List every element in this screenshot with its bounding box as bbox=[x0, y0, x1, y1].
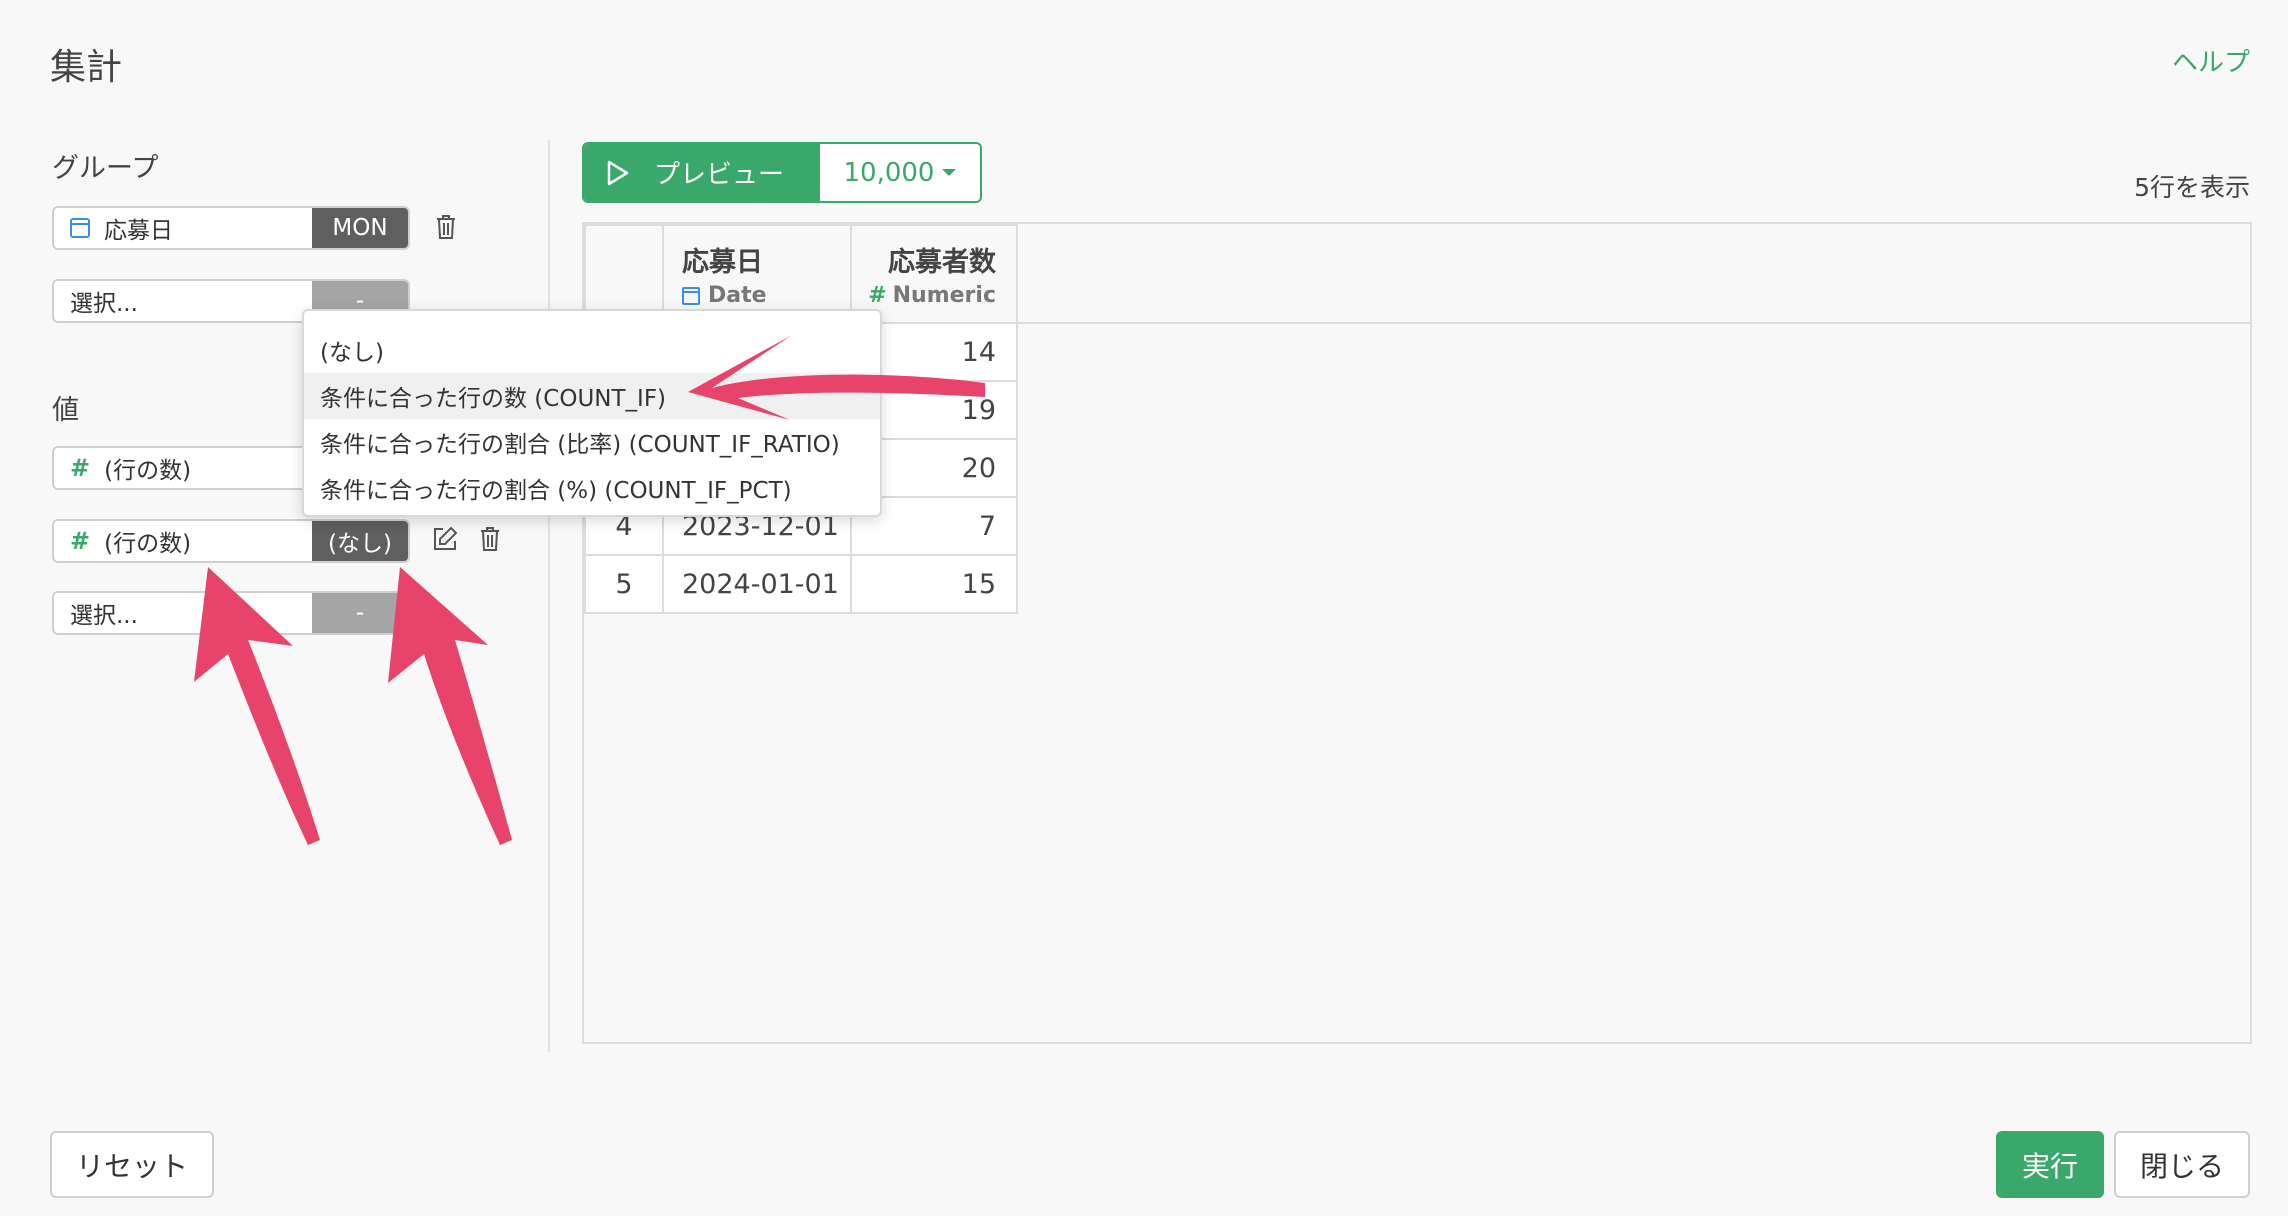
caret-down-icon bbox=[942, 169, 957, 176]
numeric-icon: # bbox=[70, 454, 91, 482]
table-row: 5 2024-01-01 15 bbox=[584, 554, 1018, 614]
group-field-name: 応募日 bbox=[104, 218, 173, 244]
edit-icon[interactable] bbox=[430, 524, 460, 554]
aggregation-dropdown-menu: (なし) 条件に合った行の数 (COUNT_IF) 条件に合った行の割合 (比率… bbox=[302, 309, 882, 517]
group-section-label: グループ bbox=[52, 153, 159, 184]
rows-shown-label: 5行を表示 bbox=[2134, 173, 2250, 202]
dropdown-option-count-if-ratio[interactable]: 条件に合った行の割合 (比率) (COUNT_IF_RATIO) bbox=[304, 419, 880, 465]
calendar-icon bbox=[682, 286, 700, 305]
value-field-row[interactable]: # (行の数) (なし) bbox=[52, 519, 410, 563]
column-title: 応募日 bbox=[682, 247, 763, 278]
count-cell: 15 bbox=[850, 554, 1018, 614]
row-limit-select[interactable]: 10,000 bbox=[820, 144, 980, 201]
preview-label: プレビュー bbox=[654, 160, 785, 190]
row-limit-value: 10,000 bbox=[843, 157, 935, 188]
value-field-name: (行の数) bbox=[104, 458, 192, 484]
reset-button[interactable]: リセット bbox=[50, 1131, 214, 1198]
value-field-name: (行の数) bbox=[104, 531, 192, 557]
value-section-label: 値 bbox=[52, 395, 79, 426]
play-icon bbox=[607, 160, 629, 185]
column-type: Date bbox=[708, 283, 767, 308]
row-index: 5 bbox=[584, 554, 664, 614]
panel-divider bbox=[548, 140, 550, 1052]
preview-control: プレビュー 10,000 bbox=[582, 142, 982, 203]
aggregation-select[interactable]: (なし) bbox=[312, 521, 408, 561]
run-button[interactable]: 実行 bbox=[1996, 1131, 2104, 1198]
group-select-placeholder: 選択... bbox=[70, 291, 138, 317]
column-type: Numeric bbox=[892, 283, 996, 308]
numeric-icon: # bbox=[70, 527, 91, 555]
dropdown-option-count-if[interactable]: 条件に合った行の数 (COUNT_IF) bbox=[304, 373, 880, 419]
calendar-icon bbox=[70, 218, 90, 238]
date-cell: 2024-01-01 bbox=[662, 554, 852, 614]
value-select-tag[interactable]: - bbox=[312, 593, 408, 633]
value-select-placeholder: 選択... bbox=[70, 603, 138, 629]
column-title: 応募者数 bbox=[888, 247, 996, 278]
trash-icon[interactable] bbox=[431, 212, 461, 242]
trash-icon[interactable] bbox=[475, 524, 505, 554]
dropdown-option-none[interactable]: (なし) bbox=[304, 327, 880, 373]
dropdown-option-count-if-pct[interactable]: 条件に合った行の割合 (%) (COUNT_IF_PCT) bbox=[304, 465, 880, 511]
numeric-icon: # bbox=[868, 283, 887, 308]
group-field-row[interactable]: 応募日 MON bbox=[52, 206, 410, 250]
value-select-row[interactable]: 選択... - bbox=[52, 591, 410, 635]
preview-button[interactable]: プレビュー bbox=[584, 144, 820, 201]
help-link[interactable]: ヘルプ bbox=[2172, 42, 2250, 79]
group-unit-select[interactable]: MON bbox=[312, 208, 408, 248]
page-title: 集計 bbox=[50, 47, 123, 88]
close-button[interactable]: 閉じる bbox=[2114, 1131, 2250, 1198]
